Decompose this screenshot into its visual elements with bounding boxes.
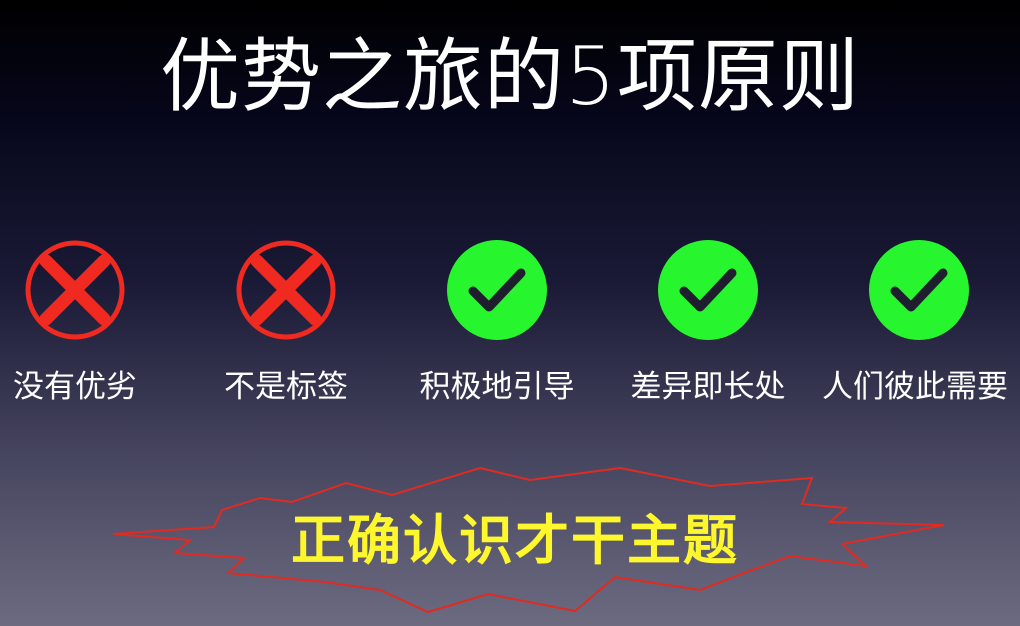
slogan-text: 正确认识才干主题	[291, 509, 739, 572]
